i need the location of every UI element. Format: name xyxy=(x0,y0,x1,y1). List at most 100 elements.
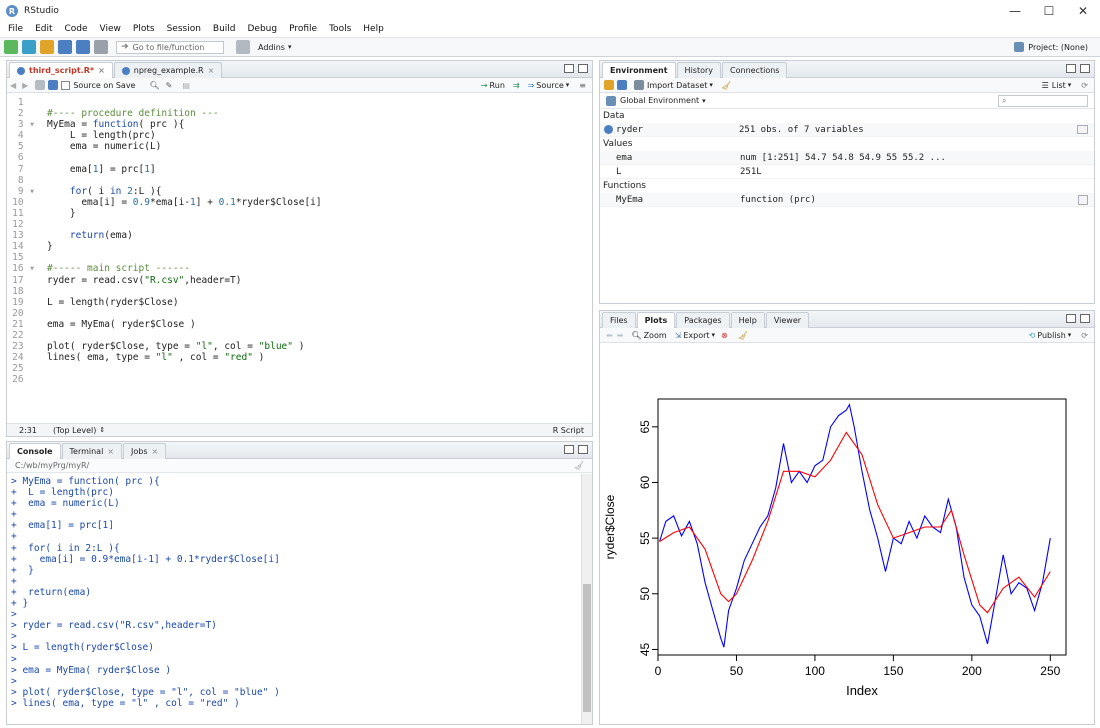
code-line[interactable] xyxy=(47,97,322,108)
code-line[interactable] xyxy=(47,363,322,374)
code-line[interactable]: } xyxy=(47,208,322,219)
source-on-save-checkbox[interactable] xyxy=(61,80,71,90)
menu-file[interactable]: File xyxy=(2,22,29,37)
env-row-ryder[interactable]: ryder 251 obs. of 7 variables xyxy=(600,123,1094,137)
env-tab-environment[interactable]: Environment xyxy=(602,62,676,78)
import-dataset-button[interactable]: Import Dataset ▾ xyxy=(634,80,713,90)
refresh-icon[interactable]: ⟳ xyxy=(1081,81,1088,90)
env-tab-history[interactable]: History xyxy=(676,62,722,78)
minimize-button[interactable]: — xyxy=(998,0,1032,22)
code-line[interactable]: } xyxy=(47,241,322,252)
menu-tools[interactable]: Tools xyxy=(323,22,357,37)
code-line[interactable]: MyEma = function( prc ){ xyxy=(47,119,322,130)
menu-edit[interactable]: Edit xyxy=(29,22,58,37)
source-button[interactable]: ⇒ Source ▾ xyxy=(528,81,570,90)
code-lines[interactable]: #---- procedure definition --- MyEma = fu… xyxy=(39,97,322,385)
menu-build[interactable]: Build xyxy=(207,22,242,37)
env-row-ema[interactable]: ema num [1:251] 54.7 54.8 54.9 55 55.2 .… xyxy=(600,151,1094,165)
code-line[interactable]: ema = MyEma( ryder$Close ) xyxy=(47,319,322,330)
view-source-icon[interactable] xyxy=(1078,194,1088,205)
plots-min-max[interactable] xyxy=(1066,314,1090,323)
console-tab-console[interactable]: Console xyxy=(9,443,61,459)
editor-tab-npreg-example-r[interactable]: npreg_example.R × xyxy=(113,62,223,78)
maximize-button[interactable]: ☐ xyxy=(1032,0,1066,22)
global-environment-selector[interactable]: Global Environment xyxy=(620,96,699,105)
code-line[interactable]: L = length(ryder$Close) xyxy=(47,297,322,308)
env-row-myema[interactable]: MyEma function (prc) xyxy=(600,193,1094,207)
code-line[interactable] xyxy=(47,175,322,186)
code-line[interactable] xyxy=(47,330,322,341)
save-icon[interactable] xyxy=(58,40,72,54)
back-arrow-icon[interactable]: ◀ xyxy=(10,81,16,90)
scope-selector[interactable]: (Top Level) xyxy=(53,426,96,435)
code-line[interactable]: for( i in 2:L ){ xyxy=(47,186,322,197)
environment-search-input[interactable]: ⌕ xyxy=(998,94,1088,107)
addins-menu[interactable]: Addins xyxy=(258,43,285,52)
env-row-L[interactable]: L 251L xyxy=(600,165,1094,179)
new-file-icon[interactable] xyxy=(4,40,18,54)
menu-session[interactable]: Session xyxy=(161,22,207,37)
code-line[interactable]: plot( ryder$Close, type = "l", col = "bl… xyxy=(47,341,322,352)
compile-report-icon[interactable]: ▤ xyxy=(182,81,190,90)
menu-view[interactable]: View xyxy=(94,22,127,37)
close-tab-icon[interactable]: × xyxy=(152,444,159,459)
list-view-button[interactable]: ☰ List ▾ xyxy=(1042,81,1072,90)
code-line[interactable] xyxy=(47,219,322,230)
menu-debug[interactable]: Debug xyxy=(242,22,284,37)
refresh-icon[interactable]: ⟳ xyxy=(1081,331,1088,340)
code-line[interactable]: ryder = read.csv("R.csv",header=T) xyxy=(47,275,322,286)
code-line[interactable]: L = length(prc) xyxy=(47,130,322,141)
console-scroll-thumb[interactable] xyxy=(583,584,591,712)
save-all-icon[interactable] xyxy=(76,40,90,54)
broom-icon[interactable]: 🧹︎ xyxy=(574,461,584,470)
show-in-window-icon[interactable] xyxy=(35,80,46,90)
project-menu[interactable]: Project: (None) xyxy=(1028,43,1088,52)
search-icon[interactable]: 🔍︎ xyxy=(149,81,159,90)
env-tab-connections[interactable]: Connections xyxy=(722,62,788,78)
code-line[interactable]: return(ema) xyxy=(47,230,322,241)
magic-wand-icon[interactable]: ✎ xyxy=(166,81,173,90)
code-line[interactable]: ema[1] = prc[1] xyxy=(47,164,322,175)
console-scrollbar[interactable] xyxy=(581,474,592,724)
files-tab-files[interactable]: Files xyxy=(602,312,636,328)
editor-tab-third-script-r[interactable]: third_script.R* × xyxy=(9,62,113,78)
code-line[interactable] xyxy=(47,152,322,163)
run-button[interactable]: → Run xyxy=(481,81,505,90)
console-tab-terminal[interactable]: Terminal × xyxy=(61,443,123,459)
broom-icon[interactable]: 🧹︎ xyxy=(721,81,731,90)
next-plot-icon[interactable]: ➡ xyxy=(617,331,624,340)
code-line[interactable]: ema[i] = 0.9*ema[i-1] + 0.1*ryder$Close[… xyxy=(47,197,321,208)
prev-plot-icon[interactable]: ⬅ xyxy=(606,331,613,340)
menu-plots[interactable]: Plots xyxy=(127,22,161,37)
forward-arrow-icon[interactable]: ▶ xyxy=(22,81,28,90)
console-output[interactable]: > MyEma = function( prc ){+ L = length(p… xyxy=(7,473,592,722)
open-file-icon[interactable] xyxy=(40,40,54,54)
save-icon[interactable] xyxy=(48,80,59,90)
editor-min-max[interactable] xyxy=(564,64,588,73)
close-tab-icon[interactable]: × xyxy=(98,63,105,78)
save-workspace-icon[interactable] xyxy=(617,80,627,90)
console-min-max[interactable] xyxy=(564,445,588,454)
grid-view-icon[interactable] xyxy=(1077,125,1088,134)
files-tab-plots[interactable]: Plots xyxy=(636,312,676,328)
broom-icon[interactable]: 🧹︎ xyxy=(738,331,748,340)
remove-plot-icon[interactable]: ⊗ xyxy=(721,331,728,340)
export-button[interactable]: ⇲ Export ▾ xyxy=(675,331,715,340)
code-area[interactable]: 1 2 3 ▾ 4 5 6 7 8 9 ▾ 10 11 12 13 14 15 16… xyxy=(7,93,592,421)
code-line[interactable] xyxy=(47,286,322,297)
expand-icon[interactable] xyxy=(604,125,613,134)
close-button[interactable]: ✕ xyxy=(1066,0,1100,22)
code-line[interactable] xyxy=(47,252,322,263)
print-icon[interactable] xyxy=(94,40,108,54)
zoom-button[interactable]: 🔍︎ Zoom xyxy=(631,331,666,340)
file-type-selector[interactable]: R Script xyxy=(553,426,584,435)
code-line[interactable]: ema = numeric(L) xyxy=(47,141,322,152)
code-line[interactable]: #---- procedure definition --- xyxy=(47,108,322,119)
close-tab-icon[interactable]: × xyxy=(107,444,114,459)
goto-file-input[interactable]: ➜ Go to file/function xyxy=(116,40,224,54)
outline-icon[interactable]: ≡ xyxy=(579,81,586,90)
publish-button[interactable]: ⟲ Publish ▾ xyxy=(1029,331,1072,340)
grid-layout-icon[interactable] xyxy=(236,40,250,54)
menu-code[interactable]: Code xyxy=(59,22,94,37)
env-min-max[interactable] xyxy=(1066,64,1090,73)
